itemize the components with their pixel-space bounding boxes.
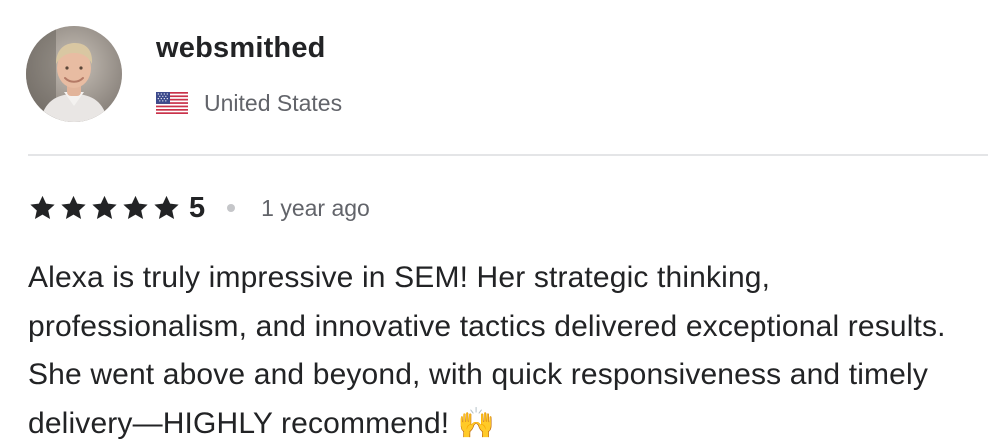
avatar[interactable] [26, 26, 122, 122]
reviewer-country: United States [156, 88, 342, 118]
star-icon [61, 195, 86, 219]
review-card: websmithed United States 5 1 year ago Al… [0, 0, 992, 448]
star-icon [123, 195, 148, 219]
rating-row: 5 1 year ago [28, 190, 370, 226]
star-rating [28, 194, 183, 222]
review-time: 1 year ago [261, 194, 370, 221]
reviewer-header: websmithed United States [26, 26, 966, 126]
star-icon [154, 195, 179, 219]
separator-dot [227, 204, 236, 212]
avatar-photo [26, 26, 122, 122]
divider [28, 154, 988, 156]
reviewer-username[interactable]: websmithed [156, 32, 326, 65]
star-icon [30, 195, 55, 219]
star-icon [92, 195, 117, 219]
country-name: United States [204, 89, 343, 116]
review-text: Alexa is truly impressive in SEM! Her st… [28, 261, 946, 440]
rating-value: 5 [189, 191, 206, 224]
us-flag-icon [156, 92, 188, 114]
